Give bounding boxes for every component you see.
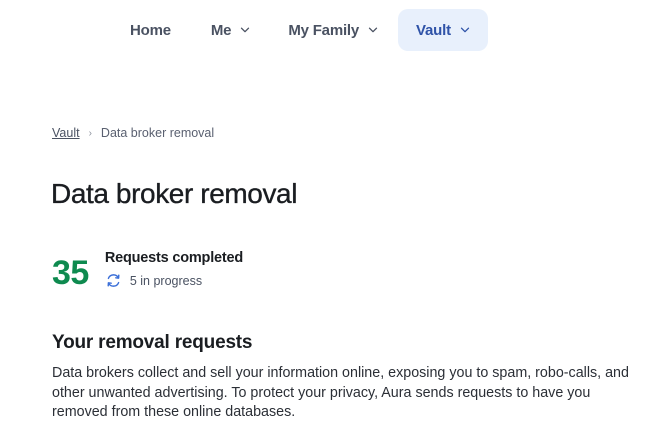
breadcrumb: Vault › Data broker removal bbox=[52, 126, 214, 140]
nav-item-vault[interactable]: Vault bbox=[398, 9, 488, 51]
page: Home Me My Family Vault Vault › Data bro… bbox=[0, 0, 662, 440]
nav-item-my-family[interactable]: My Family bbox=[270, 9, 396, 51]
sync-icon bbox=[105, 272, 122, 289]
top-nav: Home Me My Family Vault bbox=[110, 9, 488, 51]
stat-text: Requests completed 5 in progress bbox=[105, 250, 243, 289]
section-description: Data brokers collect and sell your infor… bbox=[52, 365, 629, 420]
requests-completed-count: 35 bbox=[52, 254, 89, 292]
nav-item-label: Vault bbox=[416, 21, 451, 39]
requests-completed-label: Requests completed bbox=[104, 250, 244, 266]
nav-item-home[interactable]: Home bbox=[110, 9, 191, 51]
breadcrumb-current: Data broker removal bbox=[100, 126, 215, 140]
nav-item-label: Me bbox=[210, 21, 232, 39]
chevron-down-icon bbox=[460, 25, 470, 35]
chevron-down-icon bbox=[240, 25, 250, 35]
page-title: Data broker removal bbox=[51, 178, 298, 209]
requests-stat: 35 Requests completed 5 in progress bbox=[52, 248, 243, 297]
nav-item-label: Home bbox=[130, 21, 171, 39]
breadcrumb-separator: › bbox=[88, 127, 92, 139]
chevron-down-icon bbox=[368, 25, 378, 35]
nav-item-me[interactable]: Me bbox=[193, 9, 268, 51]
nav-item-label: My Family bbox=[288, 21, 360, 39]
section-title: Your removal requests bbox=[52, 332, 253, 353]
in-progress-text: 5 in progress bbox=[129, 273, 203, 288]
breadcrumb-link-vault[interactable]: Vault bbox=[52, 126, 80, 140]
in-progress-status: 5 in progress bbox=[105, 272, 243, 289]
